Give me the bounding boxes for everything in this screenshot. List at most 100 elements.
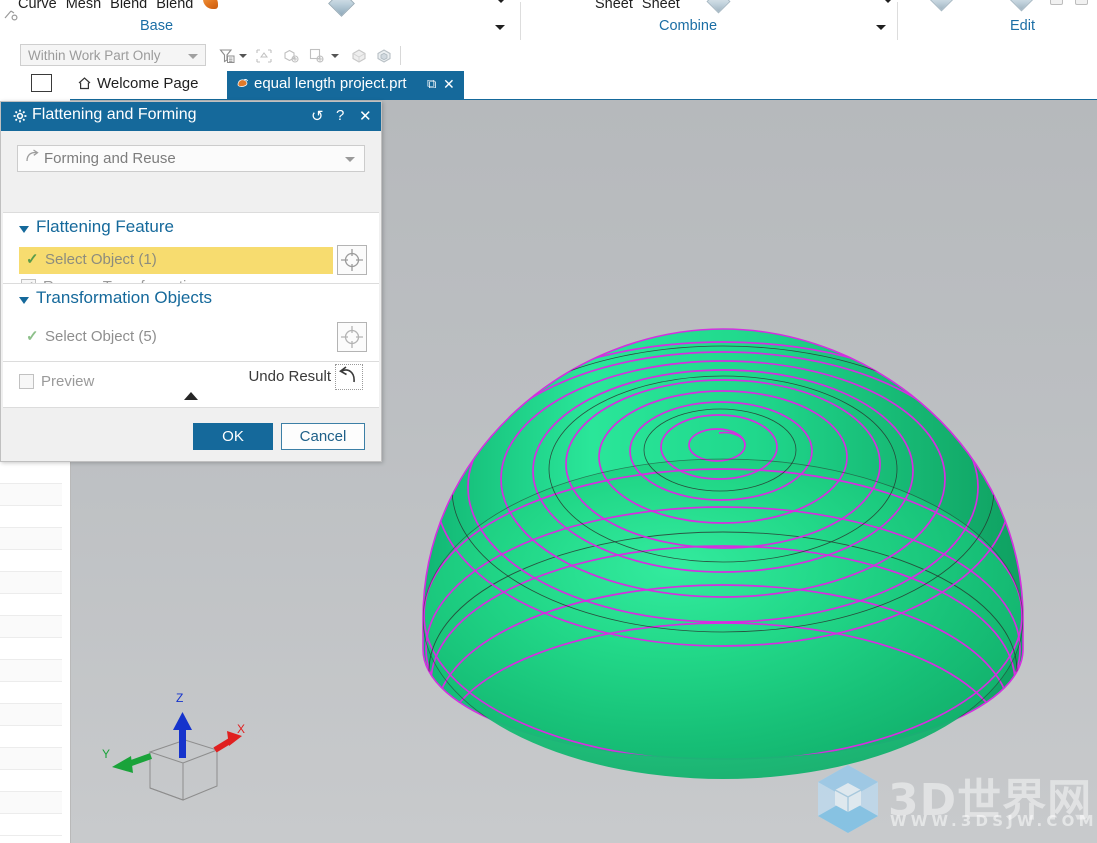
list-item[interactable] [0, 792, 62, 814]
tab-equal-length-project-label: equal length project.prt [254, 75, 407, 92]
section-header-transformation-objects[interactable]: Transformation Objects [3, 284, 379, 316]
edit-misc-icon-1[interactable] [1050, 0, 1063, 5]
base-group-expand-arrow[interactable] [495, 25, 505, 30]
ribbon-divider-1 [520, 2, 521, 40]
preview-label: Preview [41, 373, 95, 390]
forming-type-value: Forming and Reuse [44, 150, 176, 167]
undo-arrow-icon[interactable] [335, 364, 363, 390]
new-window-button[interactable] [31, 74, 52, 92]
list-item[interactable] [0, 594, 62, 616]
list-item[interactable] [0, 462, 62, 484]
tab-welcome-page[interactable]: Welcome Page [67, 71, 227, 99]
mid-group-arrow[interactable] [496, 0, 506, 3]
list-item[interactable] [0, 726, 62, 748]
combine-arrow-top[interactable] [883, 0, 893, 3]
triad-axis-label-z: Z [176, 691, 184, 705]
ribbon-command-mesh[interactable]: Mesh [66, 0, 101, 12]
nx-application-window: Curve Mesh Blend Blend Base Sheet Sheet Comb… [0, 0, 1097, 843]
list-item[interactable] [0, 550, 62, 572]
tab-close-icon[interactable]: ✕ [443, 76, 455, 93]
chevron-down-icon[interactable] [188, 54, 198, 59]
gear-icon [13, 109, 27, 126]
studio-surface-icon[interactable] [203, 0, 218, 9]
list-item[interactable] [0, 814, 62, 836]
triad-axis-label-x: X [237, 722, 246, 736]
part-navigator-rows[interactable] [0, 462, 63, 843]
forming-reuse-icon [25, 149, 40, 167]
dialog-footer: OK Cancel [1, 411, 381, 461]
list-item[interactable] [0, 638, 62, 660]
model-dome[interactable] [413, 319, 1033, 779]
tab-detach-icon[interactable]: ⧉ [427, 76, 436, 92]
list-item[interactable] [0, 484, 62, 506]
feature-select-icon[interactable] [256, 48, 272, 64]
forming-type-combo[interactable]: Forming and Reuse [17, 145, 365, 172]
coordinate-triad[interactable]: Z X Y [95, 680, 265, 825]
cancel-button[interactable]: Cancel [281, 423, 365, 450]
section-title: Transformation Objects [36, 288, 213, 307]
tab-welcome-page-label: Welcome Page [97, 75, 199, 92]
list-item[interactable] [0, 616, 62, 638]
ribbon-group-base: Curve Mesh Blend Blend Base [0, 0, 505, 42]
ribbon-group-label-combine: Combine [659, 18, 718, 34]
shaded-body-icon[interactable] [351, 48, 367, 64]
point-snap-icon[interactable] [309, 48, 325, 64]
list-item[interactable] [0, 770, 62, 792]
ribbon-command-curve[interactable]: Curve [18, 0, 57, 12]
section-transformation-objects: Transformation Objects ✓ Select Object (… [3, 283, 379, 362]
ribbon-command-blend-1[interactable]: Blend [110, 0, 147, 12]
select-target-icon[interactable] [337, 322, 367, 352]
dialog-titlebar[interactable]: Flattening and Forming ↺ ? ✕ [1, 102, 381, 131]
preview-row[interactable]: Preview [19, 373, 169, 395]
offset-surface-icon[interactable] [328, 0, 355, 17]
selection-scope-combo[interactable]: Within Work Part Only [20, 44, 206, 66]
chevron-down-icon[interactable] [345, 157, 355, 162]
ribbon-command-blend-2[interactable]: Blend [156, 0, 193, 12]
filter-list-icon[interactable] [219, 48, 235, 64]
filter-list-chevron-icon[interactable] [239, 54, 247, 58]
select-object-label: Select Object (5) [45, 328, 157, 345]
undo-result-label: Undo Result [248, 368, 331, 385]
reset-button[interactable]: ↺ [311, 107, 324, 125]
selection-scope-value: Within Work Part Only [28, 48, 161, 63]
list-item[interactable] [0, 528, 62, 550]
preview-checkbox[interactable] [19, 374, 34, 389]
ribbon-divider-2 [897, 2, 898, 40]
help-button[interactable]: ? [336, 107, 344, 124]
tab-equal-length-project[interactable]: equal length project.prt ⧉ ✕ [227, 71, 464, 99]
home-icon [77, 76, 92, 92]
select-object-row-flattening[interactable]: ✓ Select Object (1) [19, 247, 367, 274]
select-object-row-transformation[interactable]: ✓ Select Object (5) [19, 324, 367, 351]
ribbon-command-sheet-1[interactable]: Sheet [595, 0, 633, 12]
list-item[interactable] [0, 704, 62, 726]
selection-filter-icon[interactable] [2, 6, 19, 26]
watermark-subtext: WWW.3DSJW.COM [890, 812, 1097, 830]
select-target-icon[interactable] [337, 245, 367, 275]
close-button[interactable]: ✕ [359, 107, 372, 125]
collapse-triangle-icon[interactable] [19, 226, 29, 233]
ribbon-command-sheet-2[interactable]: Sheet [642, 0, 680, 12]
list-item[interactable] [0, 682, 62, 704]
ok-button[interactable]: OK [193, 423, 273, 450]
select-object-label: Select Object (1) [45, 251, 157, 268]
panel-divider[interactable] [62, 462, 71, 843]
dialog-collapse-toggle[interactable] [184, 392, 198, 400]
section-header-flattening-feature[interactable]: Flattening Feature [3, 213, 379, 245]
list-item[interactable] [0, 748, 62, 770]
trim-sheet-icon[interactable] [706, 0, 731, 14]
edit-misc-icon-2[interactable] [1075, 0, 1088, 5]
edit-sheet-icon-1[interactable] [929, 0, 954, 12]
point-snap-chevron-icon[interactable] [331, 54, 339, 58]
preview-bar: Preview Undo Result [3, 362, 379, 408]
collapse-triangle-icon[interactable] [19, 297, 29, 304]
ribbon-group-label-edit: Edit [1010, 18, 1035, 34]
combine-group-expand-arrow[interactable] [876, 25, 886, 30]
list-item[interactable] [0, 506, 62, 528]
edit-sheet-icon-2[interactable] [1009, 0, 1034, 12]
list-item[interactable] [0, 660, 62, 682]
flattening-and-forming-dialog[interactable]: Flattening and Forming ↺ ? ✕ Forming and… [0, 101, 382, 462]
triad-axis-label-y: Y [102, 747, 111, 761]
body-select-icon[interactable] [283, 48, 299, 64]
cue-box-icon[interactable] [376, 48, 392, 64]
list-item[interactable] [0, 572, 62, 594]
